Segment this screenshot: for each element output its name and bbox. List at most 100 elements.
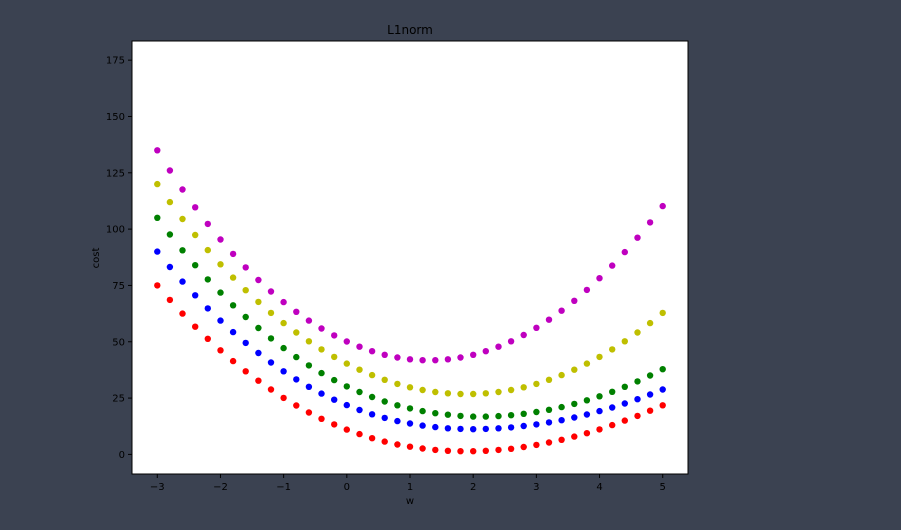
data-point bbox=[267, 386, 275, 393]
data-point bbox=[217, 347, 224, 354]
y-tick-label: 25 bbox=[112, 394, 125, 405]
data-point bbox=[432, 423, 439, 431]
data-point bbox=[596, 275, 603, 282]
data-point bbox=[255, 276, 262, 284]
data-point bbox=[659, 366, 666, 373]
data-point bbox=[356, 388, 363, 396]
data-point bbox=[495, 446, 502, 454]
data-point bbox=[343, 401, 350, 409]
data-point bbox=[229, 302, 237, 309]
x-tick-label: 1 bbox=[407, 482, 413, 493]
data-point bbox=[558, 403, 565, 411]
data-point bbox=[154, 147, 161, 154]
data-point bbox=[583, 286, 591, 294]
data-point bbox=[192, 231, 199, 239]
data-point bbox=[558, 436, 565, 443]
x-tick-label: 4 bbox=[596, 482, 602, 493]
data-point bbox=[293, 402, 300, 409]
data-point bbox=[444, 411, 452, 418]
data-point bbox=[318, 415, 325, 422]
data-point bbox=[482, 348, 489, 355]
data-point bbox=[558, 417, 565, 424]
data-point bbox=[293, 308, 300, 315]
data-point bbox=[646, 219, 654, 226]
data-point bbox=[381, 438, 388, 445]
data-point bbox=[394, 417, 401, 425]
data-point bbox=[318, 369, 325, 377]
data-point bbox=[166, 167, 174, 174]
data-point bbox=[520, 443, 527, 451]
data-point bbox=[482, 425, 489, 433]
data-point bbox=[394, 380, 401, 388]
y-axis-label: cost bbox=[91, 248, 102, 269]
data-point bbox=[659, 309, 666, 317]
data-point bbox=[621, 400, 628, 407]
data-point bbox=[495, 388, 502, 396]
data-point bbox=[444, 390, 452, 397]
data-point bbox=[444, 356, 452, 363]
data-point bbox=[166, 263, 174, 271]
data-point bbox=[520, 384, 527, 391]
data-point bbox=[533, 380, 540, 388]
data-point bbox=[419, 407, 426, 415]
data-point bbox=[229, 328, 237, 336]
data-point bbox=[394, 402, 401, 409]
data-point bbox=[343, 360, 350, 367]
data-point bbox=[356, 343, 363, 350]
data-point bbox=[368, 435, 376, 442]
data-point bbox=[520, 422, 527, 430]
data-point bbox=[609, 388, 616, 395]
data-point bbox=[381, 351, 388, 358]
data-point bbox=[571, 366, 578, 373]
data-point bbox=[571, 414, 578, 421]
data-point bbox=[659, 386, 666, 393]
data-point bbox=[381, 376, 388, 383]
data-point bbox=[507, 386, 515, 394]
data-point bbox=[457, 354, 464, 361]
data-point bbox=[596, 393, 603, 400]
x-axis-ticks: −3 −2 −1 0 1 2 3 4 5 bbox=[150, 474, 666, 493]
data-point bbox=[507, 424, 515, 431]
data-point bbox=[646, 372, 654, 379]
data-point bbox=[179, 186, 186, 193]
data-point bbox=[470, 426, 477, 433]
data-point bbox=[457, 425, 464, 433]
data-point bbox=[217, 317, 224, 324]
data-point bbox=[533, 324, 540, 331]
data-point bbox=[470, 390, 477, 398]
data-point bbox=[432, 357, 439, 364]
data-point bbox=[255, 349, 262, 357]
data-point bbox=[204, 220, 211, 228]
data-point bbox=[621, 383, 628, 390]
data-point bbox=[280, 394, 287, 402]
data-point bbox=[368, 393, 376, 401]
data-point bbox=[267, 359, 275, 366]
data-point bbox=[571, 297, 578, 304]
data-point bbox=[267, 309, 275, 317]
data-point bbox=[267, 335, 275, 342]
data-point bbox=[634, 412, 641, 420]
data-point bbox=[204, 276, 211, 283]
data-point bbox=[419, 357, 426, 364]
y-tick-label: 75 bbox=[112, 281, 125, 292]
data-point bbox=[305, 409, 313, 416]
data-point bbox=[331, 396, 338, 403]
data-point bbox=[280, 319, 287, 327]
data-point bbox=[621, 338, 628, 345]
y-tick-label: 100 bbox=[106, 225, 125, 236]
data-point bbox=[305, 317, 313, 324]
y-tick-label: 50 bbox=[112, 337, 125, 348]
data-point bbox=[368, 348, 376, 355]
data-point bbox=[520, 410, 527, 417]
data-point bbox=[217, 236, 224, 243]
data-point bbox=[204, 246, 211, 254]
data-point bbox=[558, 307, 565, 314]
data-point bbox=[482, 413, 489, 420]
y-axis-ticks: 0 25 50 75 100 125 150 175 bbox=[106, 56, 132, 461]
data-point bbox=[154, 282, 161, 289]
data-point bbox=[533, 421, 540, 428]
data-point bbox=[318, 325, 325, 332]
data-point bbox=[280, 298, 287, 306]
data-point bbox=[179, 215, 186, 223]
x-tick-label: 0 bbox=[344, 482, 350, 493]
